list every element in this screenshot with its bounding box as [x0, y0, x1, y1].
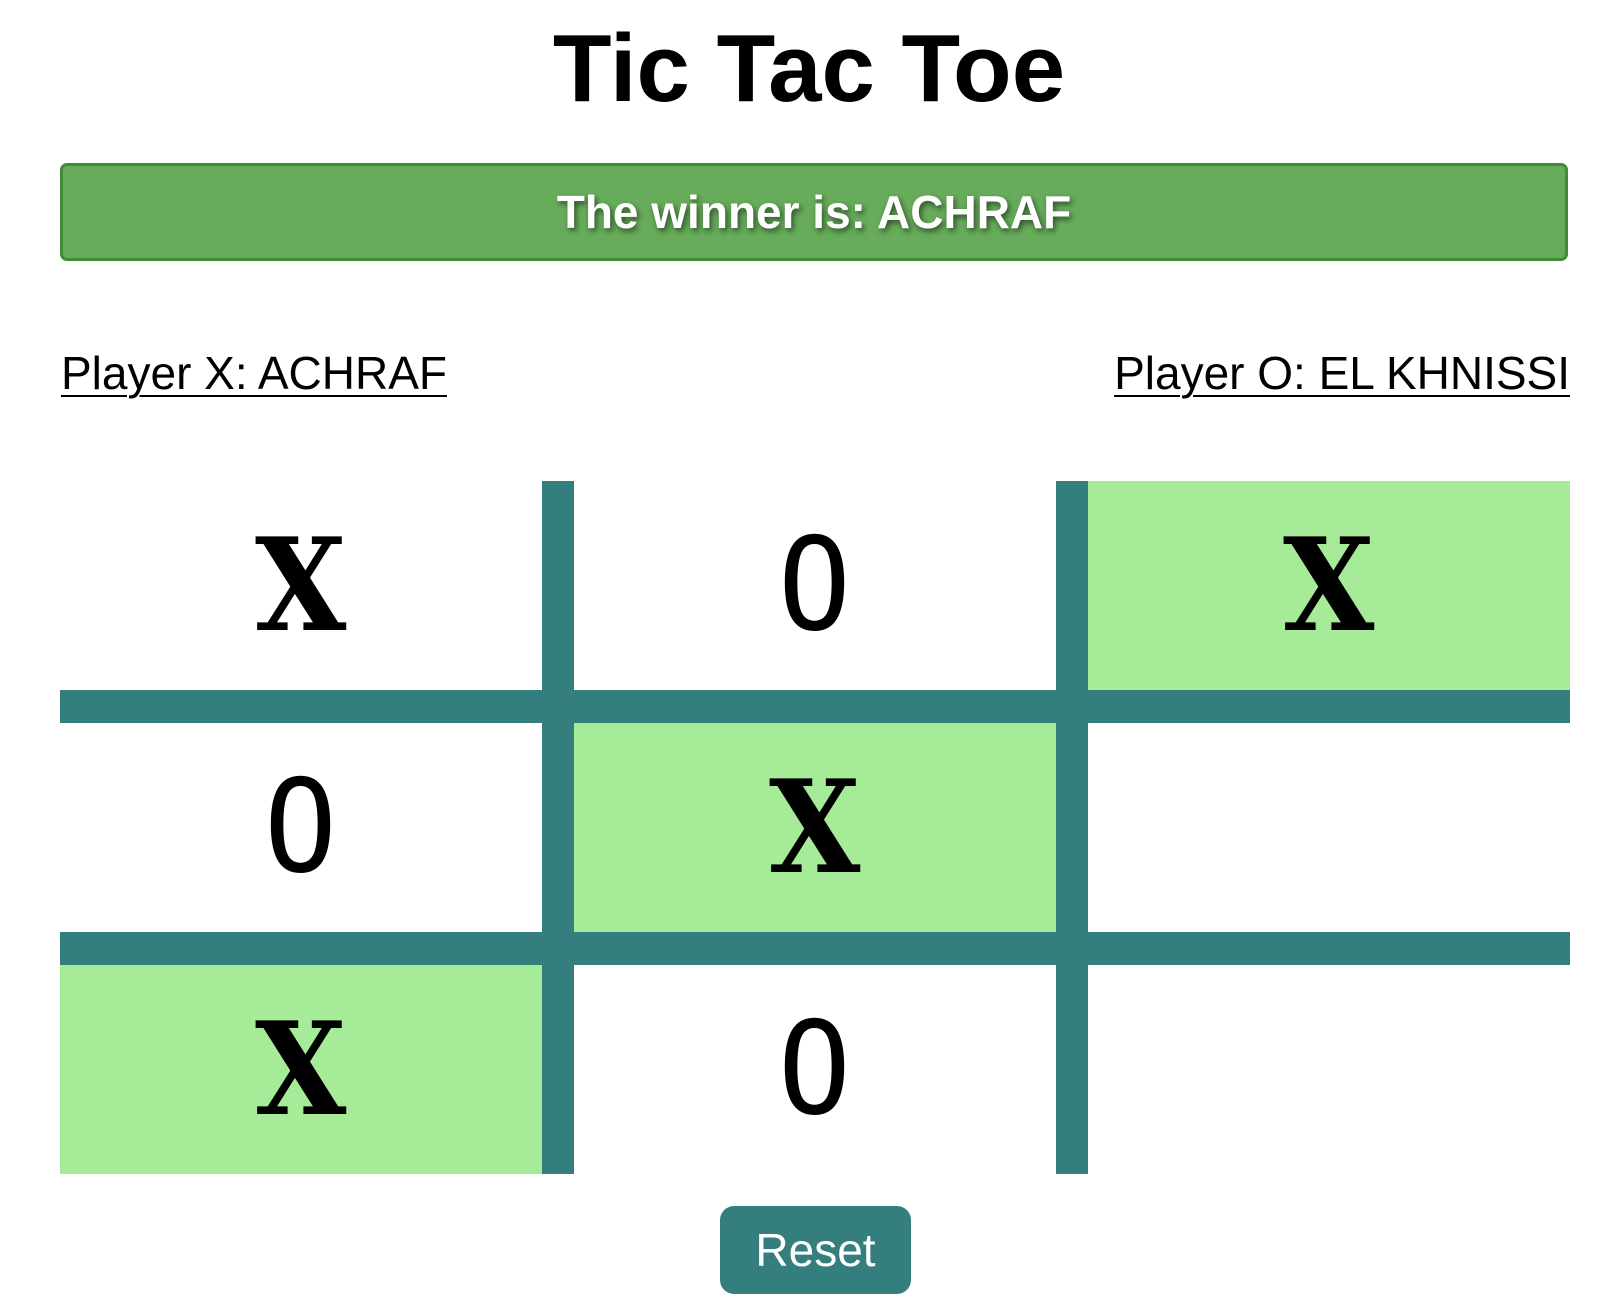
board-cell-2-2[interactable]: X: [574, 723, 1056, 932]
board-cell-3-1[interactable]: X: [60, 965, 542, 1174]
game-title: Tic Tac Toe: [552, 15, 1066, 122]
reset-button[interactable]: Reset: [720, 1206, 911, 1294]
board-cell-1-2[interactable]: O: [574, 481, 1056, 690]
winner-banner: The winner is: ACHRAF: [60, 163, 1568, 261]
board-cell-3-3[interactable]: [1088, 965, 1570, 1174]
cell-mark: X: [255, 510, 347, 661]
board-cell-3-2[interactable]: O: [574, 965, 1056, 1174]
cell-mark: O: [778, 995, 852, 1144]
board-cell-1-1[interactable]: X: [60, 481, 542, 690]
winner-text: The winner is: ACHRAF: [556, 186, 1072, 238]
player-o-label: Player O: EL KHNISSI: [1114, 347, 1570, 399]
game-board: X O X O X X O: [60, 481, 1570, 1174]
board-cell-2-1[interactable]: O: [60, 723, 542, 932]
cell-mark: O: [264, 753, 338, 902]
cell-mark: X: [769, 752, 861, 903]
cell-mark: X: [1283, 510, 1375, 661]
cell-mark: X: [255, 994, 347, 1145]
board-cell-2-3[interactable]: [1088, 723, 1570, 932]
board-cell-1-3[interactable]: X: [1088, 481, 1570, 690]
player-x-label: Player X: ACHRAF: [61, 347, 447, 399]
cell-mark: O: [778, 511, 852, 660]
